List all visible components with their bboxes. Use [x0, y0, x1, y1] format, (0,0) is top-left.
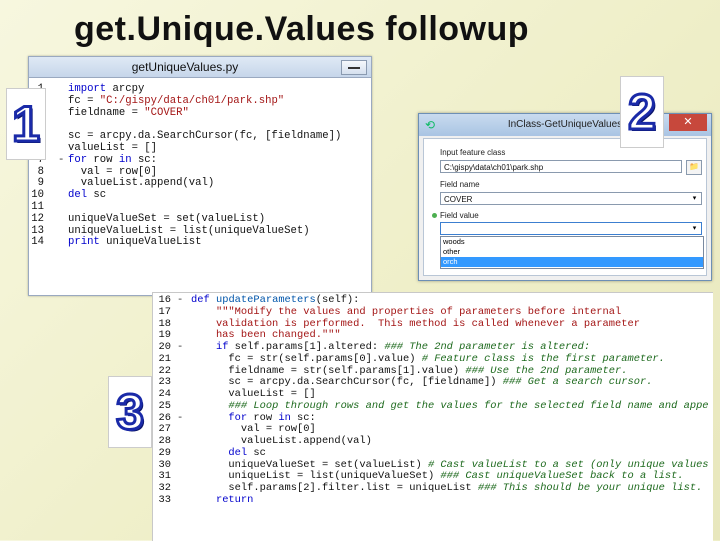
line-number: 21	[158, 352, 171, 365]
field-value-dropdown-list[interactable]: woods other orch	[440, 236, 704, 269]
step-badge-2: 2	[620, 76, 664, 148]
code-area[interactable]: 16- def updateParameters(self): 17 """Modi…	[153, 293, 713, 507]
fold-marker-icon[interactable]: -	[177, 294, 183, 307]
code-text: uniqueValueSet = set(valueList) # Cast v…	[191, 458, 709, 471]
code-text: return	[215, 493, 254, 506]
input-feature-class-field[interactable]: C:\gispy\data\ch01\park.shp	[440, 160, 682, 173]
code-text: for row in sc:	[68, 153, 158, 166]
code-text: valueList.append(val)	[191, 435, 372, 447]
code-text: del sc	[68, 189, 107, 202]
code-line[interactable]: 10 del sc	[29, 189, 371, 202]
code-text: val = row[0]	[191, 423, 316, 436]
code-text: uniqueValueSet = set(valueList)	[68, 212, 266, 225]
code-line[interactable]: 14 print uniqueValueList	[29, 236, 371, 249]
line-number: 20	[158, 341, 171, 353]
line-number: 28	[158, 435, 171, 447]
dialog-title: InClass-GetUniqueValues	[507, 119, 623, 130]
line-number: 12	[31, 212, 44, 225]
code-text: del sc	[228, 446, 266, 459]
code-text: fc = "C:/gispy/data/ch01/park.shp"	[68, 94, 285, 107]
browse-folder-button[interactable]: 📁	[686, 160, 702, 175]
editor-window-title: getUniqueValues.py	[131, 60, 239, 74]
code-text: valueList = []	[68, 141, 158, 154]
line-number: 25	[158, 399, 171, 412]
fold-marker-icon[interactable]: -	[177, 412, 183, 425]
code-text: fc = str(self.params[0].value) # Feature…	[191, 352, 665, 365]
step-badge-1: 1	[6, 88, 46, 160]
code-area[interactable]: 1import arcpy2fc = "C:/gispy/data/ch01/p…	[29, 78, 371, 249]
code-text: self.params[2].filter.list = uniqueList …	[191, 482, 703, 494]
code-text: sc = arcpy.da.SearchCursor(fc, [fieldnam…	[68, 130, 342, 143]
code-text: fieldname = "COVER"	[68, 106, 189, 119]
tool-dialog-window[interactable]: ⟲ InClass-GetUniqueValues ✕ Input featur…	[418, 113, 712, 281]
dialog-titlebar[interactable]: ⟲ InClass-GetUniqueValues ✕	[419, 114, 711, 136]
input-feature-class-label: Input feature class	[440, 148, 506, 157]
editor-titlebar[interactable]: getUniqueValues.py	[29, 57, 371, 78]
code-text: val = row[0]	[68, 165, 158, 178]
dropdown-option-orch[interactable]: orch	[441, 257, 703, 267]
code-text: uniqueList = list(uniqueValueSet) ### Ca…	[191, 470, 684, 483]
close-button[interactable]: ✕	[669, 114, 707, 131]
minimize-icon	[348, 67, 360, 69]
code-text: import arcpy	[68, 83, 145, 95]
code-text: ### Loop through rows and get the values…	[228, 399, 709, 412]
dropdown-option-other[interactable]: other	[441, 247, 703, 257]
code-text: for row in sc:	[228, 411, 316, 424]
slide-title: get.Unique.Values followup	[74, 10, 530, 48]
code-text: def updateParameters(self):	[191, 294, 360, 306]
code-text: """Modify the values and properties of p…	[215, 305, 622, 318]
editor-window-getuniquevalues[interactable]: getUniqueValues.py 1import arcpy2fc = "C…	[28, 56, 372, 296]
line-number: 32	[158, 482, 171, 494]
code-line[interactable]: 3fieldname = "COVER"	[29, 106, 371, 120]
code-text: uniqueValueList = list(uniqueValueSet)	[68, 224, 310, 237]
code-window-update-parameters[interactable]: 16- def updateParameters(self): 17 """Modi…	[152, 292, 713, 541]
dialog-panel: Input feature class C:\gispy\data\ch01\p…	[423, 138, 707, 276]
field-name-select[interactable]: COVER	[440, 192, 702, 205]
code-text: valueList = []	[191, 388, 316, 400]
code-text: valueList.append(val)	[68, 177, 215, 190]
minimize-button[interactable]	[341, 60, 367, 75]
step-badge-3: 3	[108, 376, 152, 448]
field-value-select[interactable]	[440, 222, 702, 235]
line-number: 24	[158, 388, 171, 400]
code-line[interactable]: 33 return	[153, 493, 713, 507]
line-number: 14	[31, 236, 44, 249]
fold-marker-icon[interactable]: -	[177, 341, 183, 354]
code-text: has been changed."""	[191, 329, 341, 342]
code-text: fieldname = str(self.params[1].value) ##…	[191, 364, 628, 377]
code-text: if self.params[1].altered: ### The 2nd p…	[215, 341, 591, 353]
line-number: 11	[31, 200, 44, 213]
code-text: print uniqueValueList	[68, 236, 202, 249]
valid-indicator-icon	[432, 213, 437, 218]
line-number: 29	[158, 446, 171, 459]
field-value-label: Field value	[440, 211, 479, 220]
line-number: 16	[158, 294, 171, 306]
line-number: 33	[158, 493, 171, 506]
chevron-down-icon[interactable]: ▾	[689, 193, 700, 204]
field-name-label: Field name	[440, 180, 480, 189]
chevron-down-icon[interactable]: ▾	[689, 223, 700, 234]
code-text: sc = arcpy.da.SearchCursor(fc, [fieldnam…	[191, 376, 653, 389]
dropdown-option-woods[interactable]: woods	[441, 237, 703, 247]
line-number: 17	[158, 305, 171, 318]
fold-marker-icon[interactable]: -	[58, 154, 64, 167]
code-text: validation is performed. This method is …	[191, 317, 640, 330]
